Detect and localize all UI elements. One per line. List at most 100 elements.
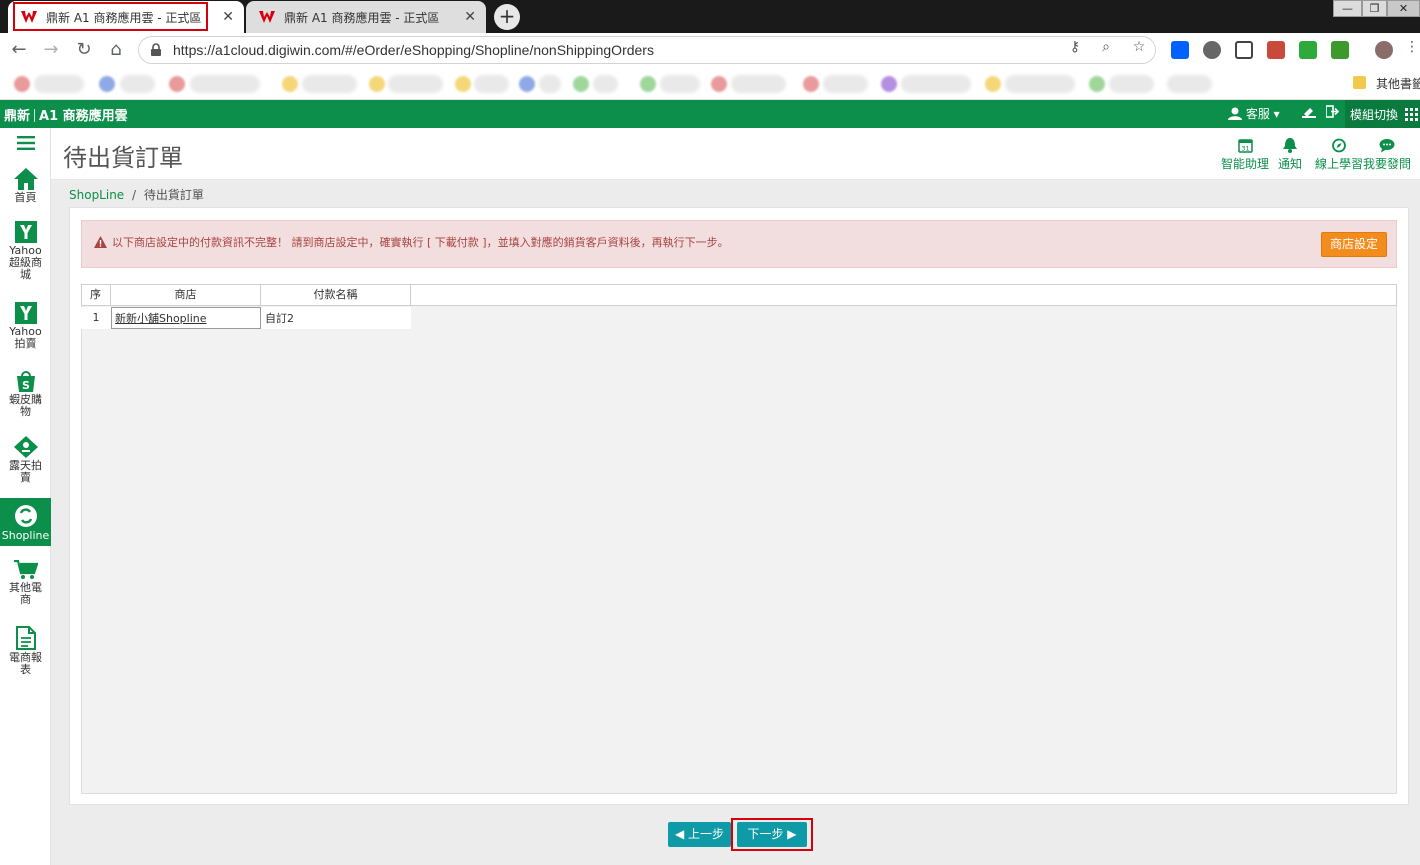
window-close-button[interactable]: ✕ xyxy=(1387,0,1420,17)
bookmark-icon[interactable] xyxy=(881,76,897,92)
bookmark-icon[interactable] xyxy=(640,76,656,92)
bookmark-icon[interactable] xyxy=(14,76,30,92)
service-menu[interactable]: 客服 ▾ xyxy=(1228,105,1280,122)
store-settings-button[interactable]: 商店設定 xyxy=(1321,232,1387,257)
forward-icon[interactable]: → xyxy=(40,39,62,61)
star-icon[interactable]: ☆ xyxy=(1131,39,1147,55)
bookmark-item[interactable] xyxy=(388,75,443,93)
extension-icon[interactable] xyxy=(1331,41,1349,59)
breadcrumb-link[interactable]: ShopLine xyxy=(69,188,124,202)
bookmark-item[interactable] xyxy=(731,75,786,93)
bookmark-icon[interactable] xyxy=(519,76,535,92)
module-switch-button[interactable]: 模組切換 xyxy=(1345,100,1420,128)
close-icon[interactable]: ✕ xyxy=(464,9,476,25)
smart-assistant-button[interactable]: 31 智能助理 xyxy=(1221,138,1269,172)
brand-name: 鼎新 xyxy=(4,109,31,124)
bookmark-item[interactable] xyxy=(190,75,260,93)
dropbox-icon[interactable] xyxy=(1171,41,1189,59)
column-header-seq[interactable]: 序 xyxy=(81,284,111,306)
sidebar-item-ecommerce-report[interactable]: 電商報表 xyxy=(0,626,51,680)
thumb-icon[interactable] xyxy=(1299,41,1317,59)
home-icon xyxy=(13,168,38,190)
bookmark-icon[interactable] xyxy=(985,76,1001,92)
column-header-payment[interactable]: 付款名稱 xyxy=(261,284,411,306)
previous-step-button[interactable]: ◀ 上一步 xyxy=(668,822,731,847)
service-label: 客服 xyxy=(1245,107,1270,121)
notification-button[interactable]: 通知 xyxy=(1278,138,1302,172)
bookmark-item[interactable] xyxy=(34,75,84,93)
bookmark-item[interactable] xyxy=(901,75,971,93)
report-icon xyxy=(15,626,36,650)
bookmark-icon[interactable] xyxy=(573,76,589,92)
bookmark-icon[interactable] xyxy=(803,76,819,92)
bookmark-item[interactable] xyxy=(120,75,155,93)
back-icon[interactable]: ← xyxy=(8,39,30,61)
sidebar-item-label: 電商報表 xyxy=(9,651,42,676)
bookmark-icon[interactable] xyxy=(99,76,115,92)
column-header-store[interactable]: 商店 xyxy=(111,284,261,306)
sidebar-item-home[interactable]: 首頁 xyxy=(0,168,51,208)
bookmark-item[interactable] xyxy=(1109,75,1154,93)
sidebar-item-ruten[interactable]: 露天拍賣 xyxy=(0,436,51,494)
sidebar-item-shopee[interactable]: S 蝦皮購物 xyxy=(0,370,51,422)
chat-icon xyxy=(1379,139,1395,153)
sidebar-item-yahoo-auction[interactable]: Yahoo拍賣 xyxy=(0,302,51,354)
sidebar-item-label: Yahoo超級商城 xyxy=(9,244,42,281)
sidebar-item-other-ecommerce[interactable]: 其他電商 xyxy=(0,560,51,612)
brand-separator xyxy=(34,109,36,122)
capture-icon[interactable] xyxy=(1235,41,1253,59)
theme-icon[interactable] xyxy=(1302,105,1316,121)
home-icon[interactable]: ⌂ xyxy=(105,39,127,61)
close-icon[interactable]: ✕ xyxy=(222,9,234,25)
bookmark-icon[interactable] xyxy=(369,76,385,92)
bookmark-item[interactable] xyxy=(302,75,357,93)
browser-tab-active[interactable]: 鼎新 A1 商務應用雲 - 正式區 ✕ xyxy=(8,1,244,33)
prev-label: 上一步 xyxy=(688,827,725,841)
pdf-icon[interactable] xyxy=(1267,41,1285,59)
bookmark-item[interactable] xyxy=(823,75,868,93)
zoom-icon[interactable]: ⌕ xyxy=(1098,39,1114,55)
page-header: 待出貨訂單 31 智能助理 通知 線上學習 我要發問 xyxy=(51,128,1420,180)
sidebar-item-yahoo-mall[interactable]: Yahoo超級商城 xyxy=(0,221,51,289)
reload-icon[interactable]: ↻ xyxy=(73,39,95,61)
bookmark-icon[interactable] xyxy=(455,76,471,92)
ask-question-button[interactable]: 我要發問 xyxy=(1363,138,1411,172)
bookmark-item[interactable] xyxy=(1167,75,1212,93)
browser-tab[interactable]: 鼎新 A1 商務應用雲 - 正式區 ✕ xyxy=(246,1,486,33)
bookmark-item[interactable] xyxy=(474,75,509,93)
sidebar-item-shopline[interactable]: Shopline xyxy=(0,498,51,546)
bookmark-icon[interactable] xyxy=(282,76,298,92)
logout-icon[interactable] xyxy=(1325,105,1340,121)
key-icon[interactable]: ⚷ xyxy=(1067,39,1083,55)
svg-text:31: 31 xyxy=(1241,145,1249,153)
other-bookmarks[interactable]: 其他書籤 xyxy=(1376,75,1420,92)
bookmark-icon[interactable] xyxy=(711,76,727,92)
hamburger-menu-icon[interactable] xyxy=(0,136,51,154)
sidebar-item-label: Yahoo拍賣 xyxy=(9,325,42,350)
address-bar[interactable]: https://a1cloud.digiwin.com/#/eOrder/eSh… xyxy=(138,36,1156,64)
menu-dots-icon[interactable]: ⋮ xyxy=(1404,39,1420,55)
avatar[interactable] xyxy=(1375,41,1393,59)
bookmark-item[interactable] xyxy=(539,75,561,93)
bookmark-item[interactable] xyxy=(1005,75,1075,93)
minimize-button[interactable]: — xyxy=(1333,0,1362,17)
new-tab-button[interactable]: + xyxy=(494,4,520,30)
next-step-button[interactable]: 下一步 ▶ xyxy=(737,822,807,847)
shopline-icon xyxy=(14,505,37,527)
app-brand[interactable]: 鼎新 A1 商務應用雲 xyxy=(4,105,128,124)
url-text: https://a1cloud.digiwin.com/#/eOrder/eSh… xyxy=(173,42,654,58)
page-title: 待出貨訂單 xyxy=(63,144,183,172)
bookmark-icon[interactable] xyxy=(1089,76,1105,92)
bookmark-icon[interactable] xyxy=(169,76,185,92)
cell-payment: 自訂2 xyxy=(265,312,294,325)
sidebar-item-label: Shopline xyxy=(1,529,50,542)
bookmark-item[interactable] xyxy=(660,75,700,93)
restore-button[interactable]: ❐ xyxy=(1362,0,1387,17)
tool-label: 線上學習 xyxy=(1315,157,1364,171)
breadcrumb-current: 待出貨訂單 xyxy=(143,188,204,202)
online-learning-button[interactable]: 線上學習 xyxy=(1315,138,1363,172)
extension-icon[interactable] xyxy=(1203,41,1221,59)
bookmark-item[interactable] xyxy=(593,75,618,93)
cell-store[interactable]: 新新小舖Shopline xyxy=(115,311,207,327)
module-switch-label: 模組切換 xyxy=(1350,108,1399,122)
